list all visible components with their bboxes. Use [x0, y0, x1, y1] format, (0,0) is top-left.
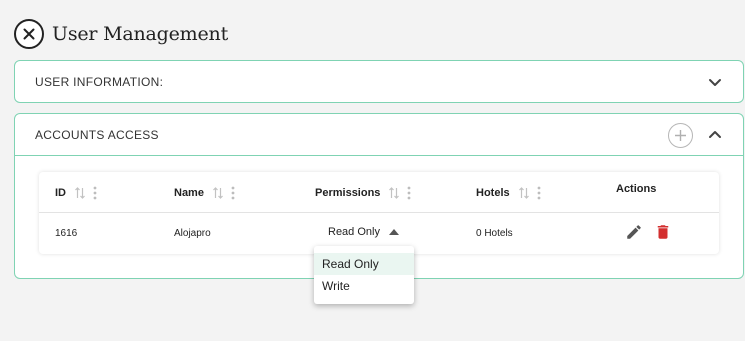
kebab-menu-icon[interactable]	[92, 186, 98, 200]
caret-up-icon	[388, 229, 399, 235]
sort-icon[interactable]	[518, 186, 530, 199]
plus-icon	[675, 130, 686, 141]
pencil-icon	[627, 225, 641, 239]
kebab-menu-icon[interactable]	[406, 186, 412, 200]
cell-name: Alojapro	[174, 227, 211, 239]
delete-button[interactable]	[654, 223, 672, 241]
edit-button[interactable]	[625, 223, 643, 241]
permission-select-value: Read Only	[328, 226, 380, 238]
permission-select[interactable]: Read Only	[328, 226, 399, 238]
permission-dropdown-menu: Read Only Write	[314, 246, 414, 304]
user-information-header[interactable]: USER INFORMATION:	[15, 61, 743, 103]
page-title: User Management	[52, 23, 229, 45]
table-header-row: ID Name Permissions Hotels Actions	[39, 172, 719, 213]
close-button[interactable]	[14, 19, 44, 49]
sort-icon[interactable]	[212, 186, 224, 199]
accounts-access-header[interactable]: ACCOUNTS ACCESS	[15, 114, 743, 156]
cell-id: 1616	[55, 227, 78, 239]
cell-actions	[625, 212, 672, 252]
dropdown-option-write[interactable]: Write	[314, 275, 414, 297]
dropdown-option-read-only[interactable]: Read Only	[314, 253, 414, 275]
kebab-menu-icon[interactable]	[536, 186, 542, 200]
column-label: Actions	[616, 182, 657, 195]
column-header-hotels[interactable]: Hotels	[476, 172, 542, 213]
kebab-menu-icon[interactable]	[230, 186, 236, 200]
column-label: ID	[55, 186, 66, 199]
user-information-title: USER INFORMATION:	[35, 75, 164, 89]
user-information-panel: USER INFORMATION:	[14, 60, 744, 103]
chevron-up-icon[interactable]	[707, 127, 723, 143]
accounts-table: ID Name Permissions Hotels Actions 1616 …	[39, 172, 719, 254]
add-account-button[interactable]	[668, 123, 693, 148]
column-label: Permissions	[315, 186, 381, 199]
sort-icon[interactable]	[388, 186, 400, 199]
column-header-id[interactable]: ID	[55, 172, 98, 213]
column-label: Hotels	[476, 186, 510, 199]
chevron-down-icon[interactable]	[707, 74, 723, 90]
trash-icon	[657, 225, 669, 239]
close-icon	[23, 28, 35, 40]
column-header-actions: Actions	[616, 168, 656, 209]
accounts-access-title: ACCOUNTS ACCESS	[35, 127, 159, 142]
sort-icon[interactable]	[74, 186, 86, 199]
cell-hotels: 0 Hotels	[476, 227, 513, 239]
column-header-name[interactable]: Name	[174, 172, 236, 213]
column-label: Name	[174, 186, 204, 199]
page-header: User Management	[14, 19, 228, 49]
column-header-permissions[interactable]: Permissions	[315, 172, 412, 213]
